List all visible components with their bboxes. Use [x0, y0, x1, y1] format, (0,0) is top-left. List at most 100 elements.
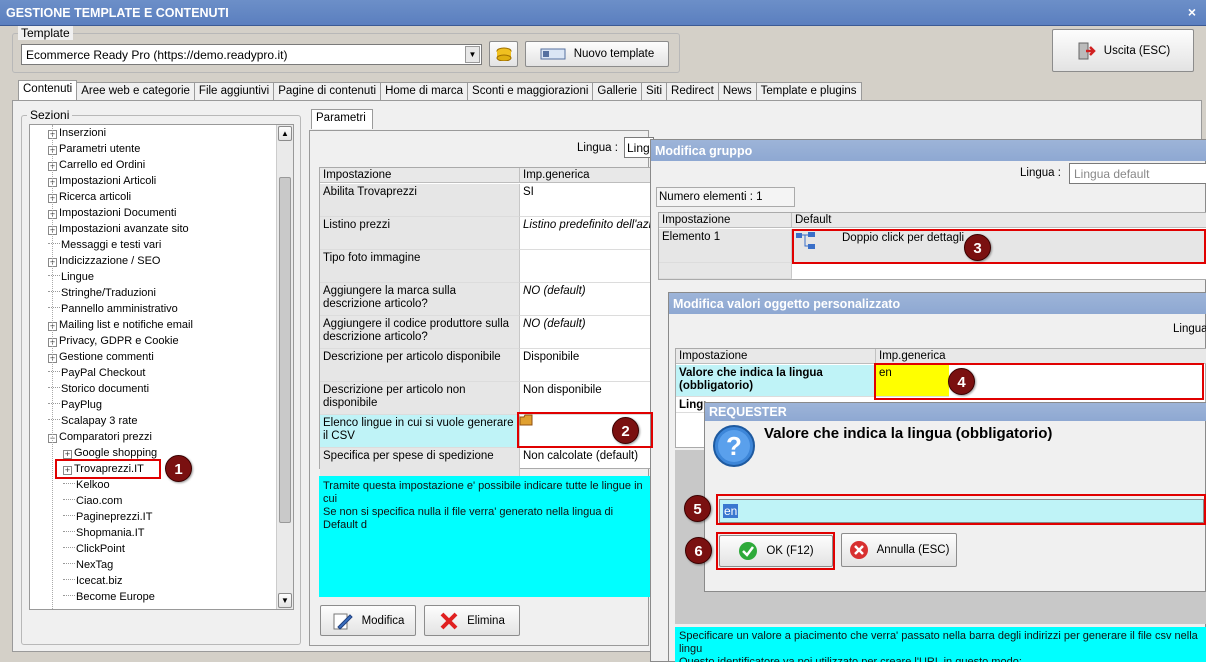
new-template-button[interactable]: Nuovo template [525, 41, 669, 67]
tree-item[interactable]: PayPal Checkout [48, 366, 145, 381]
edit-button[interactable]: Modifica [320, 605, 416, 636]
tab-contenuti[interactable]: Contenuti [18, 80, 78, 100]
sections-tree[interactable]: + Inserzioni + Parametri utente + Carrello ed… [29, 124, 294, 610]
tree-item[interactable]: + Inserzioni [48, 126, 106, 141]
group-row-empty [659, 263, 792, 279]
tree-item-label: Become Europe [76, 591, 155, 603]
tree-item[interactable]: Storico documenti [48, 382, 149, 397]
tree-item[interactable]: + Impostazioni Documenti [48, 206, 176, 221]
tree-item[interactable]: + Mailing list e notifiche email [48, 318, 193, 333]
tree-item[interactable]: Shopmania.IT [63, 526, 144, 541]
param-row-value[interactable] [520, 250, 650, 283]
tab-aree-web[interactable]: Aree web e categorie [76, 82, 195, 100]
tree-item-label: Stringhe/Traduzioni [61, 287, 156, 299]
tree-item[interactable]: Become Europe [63, 590, 155, 605]
tab-sconti[interactable]: Sconti e maggiorazioni [467, 82, 594, 100]
tab-pagine-contenuti[interactable]: Pagine di contenuti [273, 82, 382, 100]
tree-item[interactable]: + Privacy, GDPR e Cookie [48, 334, 179, 349]
badge-5: 5 [684, 495, 711, 522]
tab-home-marca[interactable]: Home di marca [380, 82, 469, 100]
tree-item[interactable]: Pannello amministrativo [48, 302, 178, 317]
tree-item[interactable]: + Ricerca articoli [48, 190, 131, 205]
tree-item[interactable]: + Parametri utente [48, 142, 140, 157]
group-row-label: Elemento 1 [659, 229, 792, 263]
delete-label: Elimina [467, 614, 505, 627]
tree-item-label: Ricerca articoli [59, 191, 132, 203]
tree-item[interactable]: ClickPoint [63, 542, 125, 557]
custom-row-label: Valore che indica la lingua (obbligatori… [676, 365, 876, 397]
param-row-value[interactable]: NO (default) [520, 316, 650, 349]
param-row-value[interactable]: Listino predefinito dell'azie [520, 217, 650, 250]
param-row-value[interactable]: NO (default) [520, 283, 650, 316]
tree-item[interactable]: Stringhe/Traduzioni [48, 286, 156, 301]
open-template-button[interactable] [489, 41, 518, 67]
tree-item[interactable]: Scalapay 3 rate [48, 414, 137, 429]
scroll-up-icon[interactable]: ▲ [278, 126, 292, 141]
question-icon: ? [712, 424, 756, 468]
requester-title: REQUESTER [705, 403, 1206, 421]
tree-item[interactable]: Ciao.com [63, 494, 122, 509]
tree-item[interactable]: Messaggi e testi vari [48, 238, 161, 253]
cancel-label: Annulla (ESC) [876, 544, 950, 556]
params-help: Tramite questa impostazione e' possibile… [319, 476, 651, 597]
tree-item-label: PayPal Checkout [61, 367, 146, 379]
tree-item-label: Parametri utente [59, 143, 141, 155]
tree-item-label: NexTag [76, 559, 114, 571]
template-select[interactable]: Ecommerce Ready Pro (https://demo.readyp… [21, 44, 482, 65]
tree-item[interactable]: Pagineprezzi.IT [63, 510, 152, 525]
window-titlebar: GESTIONE TEMPLATE E CONTENUTI [0, 0, 1206, 26]
tree-item-label: Mailing list e notifiche email [59, 319, 193, 331]
tree-item[interactable]: Icecat.biz [63, 574, 122, 589]
tab-parametri[interactable]: Parametri [311, 109, 373, 129]
tree-item[interactable]: Kelkoo [63, 478, 110, 493]
tab-redirect[interactable]: Redirect [666, 82, 719, 100]
exit-button[interactable]: Uscita (ESC) [1052, 29, 1194, 72]
params-lingua-label: Lingua : [577, 142, 618, 154]
tree-item-label: Privacy, GDPR e Cookie [59, 335, 179, 347]
tree-item[interactable]: − Comparatori prezzi [48, 430, 152, 445]
param-row-label: Descrizione per articolo non disponibile [320, 382, 520, 415]
custom-col-imp-generica: Imp.generica [876, 349, 1206, 364]
tree-item[interactable]: Lingue [48, 270, 94, 285]
tree-item-label: Kelkoo [76, 479, 110, 491]
tree-item[interactable]: PayPlug [48, 398, 102, 413]
tree-item-label: Scalapay 3 rate [61, 415, 138, 427]
tree-item-label: ClickPoint [76, 543, 125, 555]
tree-item[interactable]: NexTag [63, 558, 113, 573]
badge-6: 6 [685, 537, 712, 564]
tree-item-label: Inserzioni [59, 127, 107, 139]
param-row-value[interactable]: SI [520, 184, 650, 217]
group-lingua-select[interactable]: Lingua default [1069, 163, 1206, 184]
tab-gallerie[interactable]: Gallerie [592, 82, 643, 100]
tree-item-label: Lingue [61, 271, 95, 283]
chevron-down-icon[interactable]: ▼ [465, 46, 480, 63]
tree-item-label: Pagineprezzi.IT [76, 511, 153, 523]
group-count: Numero elementi : 1 [656, 187, 795, 207]
scroll-thumb[interactable] [279, 177, 291, 523]
tree-scrollbar[interactable]: ▲ ▼ [276, 125, 293, 609]
exit-label: Uscita (ESC) [1103, 44, 1171, 57]
group-col-default: Default [792, 213, 1206, 228]
param-row-label: Abilita Trovaprezzi [320, 184, 520, 217]
param-row-label: Listino prezzi [320, 217, 520, 250]
tab-news[interactable]: News [717, 82, 757, 100]
tree-item[interactable]: + Indicizzazione / SEO [48, 254, 161, 269]
tree-item-label: Impostazioni Documenti [59, 207, 177, 219]
tab-siti[interactable]: Siti [641, 82, 668, 100]
tree-item-label: Shopmania.IT [76, 527, 145, 539]
expand-icon[interactable]: + [63, 450, 72, 459]
tab-template-plugins[interactable]: Template e plugins [755, 82, 862, 100]
delete-button[interactable]: Elimina [424, 605, 520, 636]
scroll-down-icon[interactable]: ▼ [278, 593, 292, 608]
tree-item-label: Ciao.com [76, 495, 123, 507]
tree-item[interactable]: + Gestione commenti [48, 350, 154, 365]
tab-file-aggiuntivi[interactable]: File aggiuntivi [193, 82, 275, 100]
param-row-value[interactable]: Non disponibile [520, 382, 650, 415]
cancel-button[interactable]: Annulla (ESC) [841, 533, 957, 567]
close-icon[interactable]: × [1184, 4, 1200, 20]
param-row-value[interactable]: Disponibile [520, 349, 650, 382]
tree-item[interactable]: + Impostazioni Articoli [48, 174, 156, 189]
tree-item[interactable]: + Carrello ed Ordini [48, 158, 145, 173]
tree-item-label: Comparatori prezzi [59, 431, 152, 443]
tree-item[interactable]: + Impostazioni avanzate sito [48, 222, 189, 237]
